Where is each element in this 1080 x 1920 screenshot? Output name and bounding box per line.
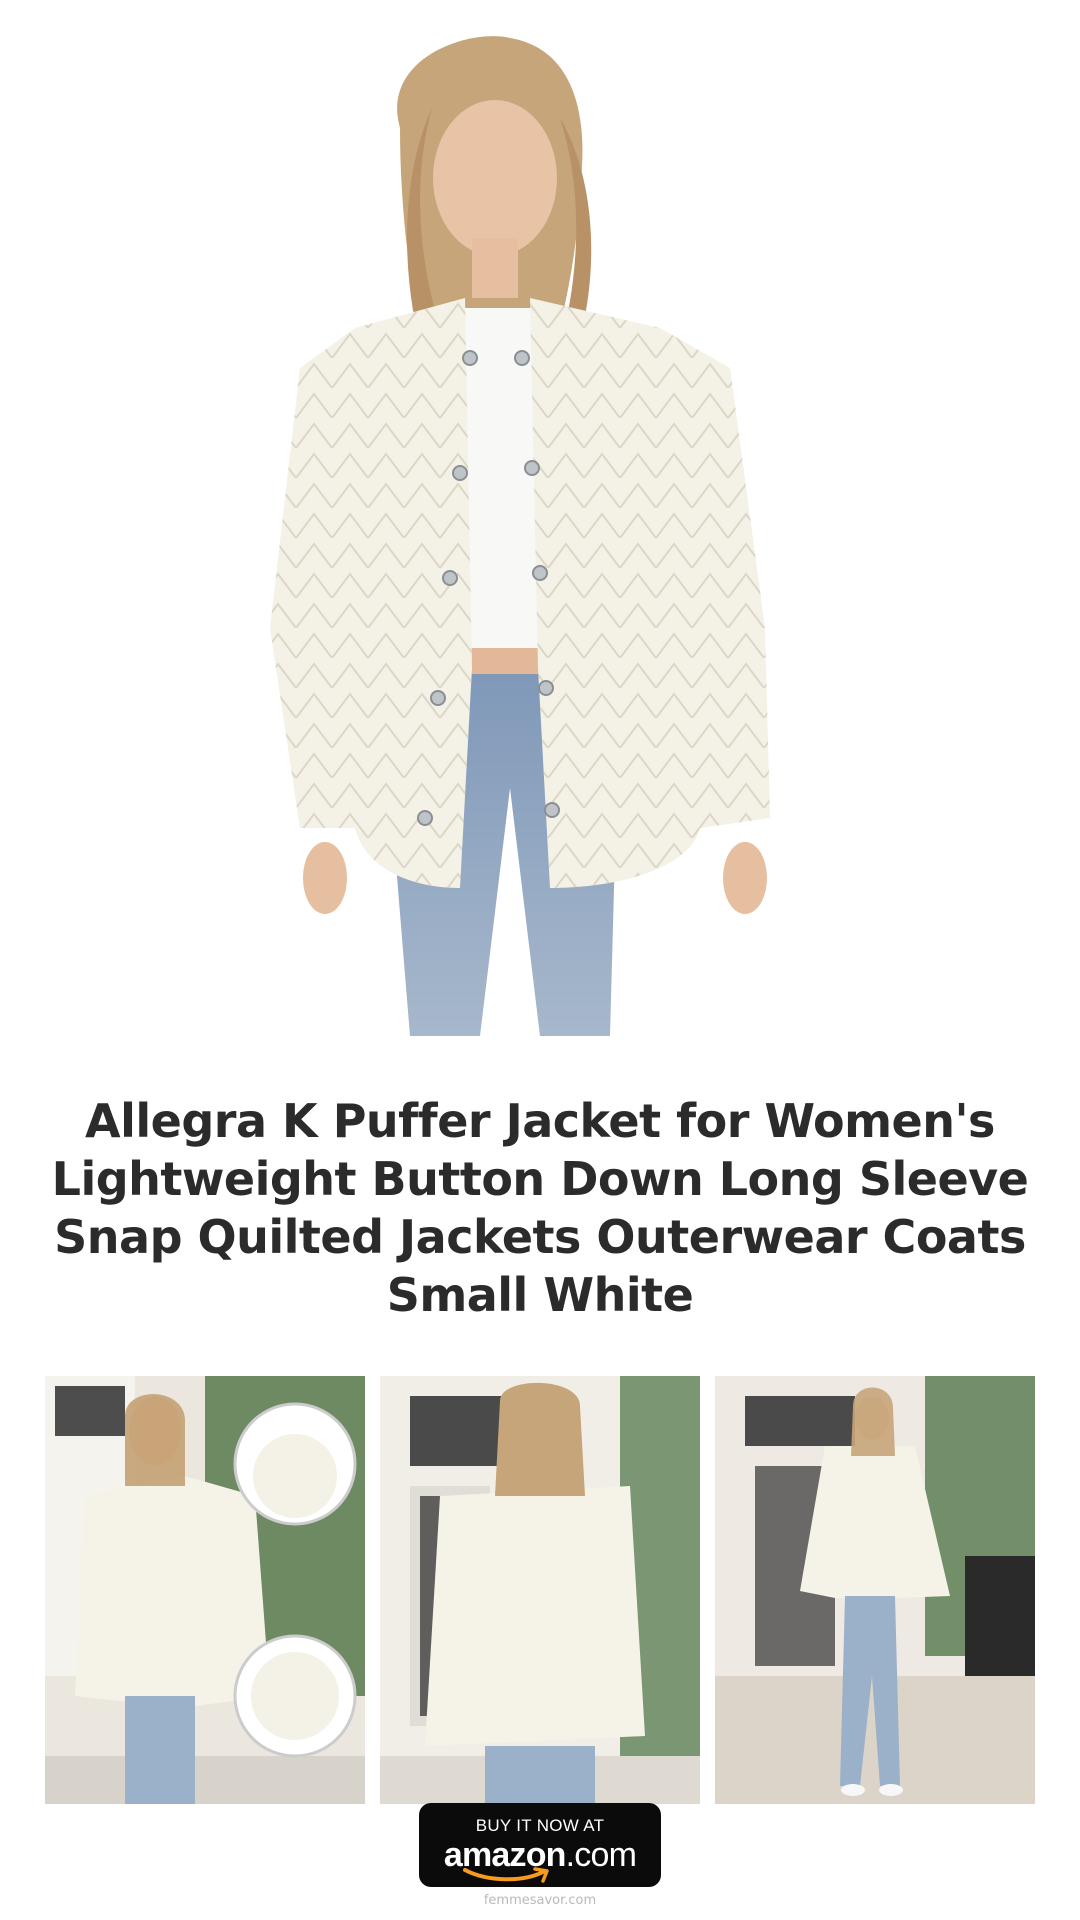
buy-on-amazon-button[interactable]: BUY IT NOW AT amazon.com [419, 1803, 661, 1887]
thumbnail-full-length[interactable] [715, 1376, 1035, 1804]
amazon-brand-suffix: .com [565, 1836, 637, 1874]
hero-product-image[interactable] [260, 28, 820, 1036]
cta-top-text: BUY IT NOW AT [475, 1816, 605, 1835]
amazon-smile-icon [463, 1867, 549, 1883]
thumbnail-front-detail[interactable] [45, 1376, 365, 1804]
thumbnail-strip [45, 1376, 1035, 1804]
thumbnail-back-view[interactable] [380, 1376, 700, 1804]
product-title: Allegra K Puffer Jacket for Women's Ligh… [51, 1094, 1029, 1322]
footer-domain: femmesavor.com [483, 1893, 597, 1908]
